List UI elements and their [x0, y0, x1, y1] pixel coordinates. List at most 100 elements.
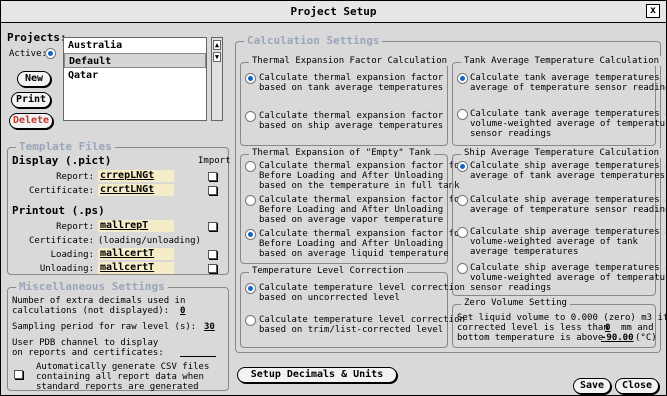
satc-option-3-line1: Calculate ship average temperatures as [470, 227, 667, 237]
tlc-option-1-line1: Calculate temperature level correction [259, 283, 465, 293]
sampling-label: Sampling period for raw level (s): [12, 322, 197, 332]
tlc-group: Temperature Level Correction Calculate t… [240, 266, 465, 348]
tef-option-1-line1: Calculate thermal expansion factor [259, 73, 444, 83]
project-list[interactable]: Australia Default Qatar [63, 37, 207, 121]
satc-option-4-line1: Calculate ship average temperatures as [470, 263, 667, 273]
window-title: Project Setup [290, 5, 377, 18]
projects-label: Projects: [7, 31, 67, 44]
loading-field[interactable]: mallcertT [98, 248, 174, 260]
satc-option-4-radio[interactable] [457, 263, 468, 274]
tef-option-2-radio[interactable] [245, 111, 256, 122]
tlc-option-2-line2: based on trim/list-corrected level [259, 325, 444, 335]
project-list-scrollbar[interactable]: ▲ ▼ [211, 37, 223, 121]
delete-button[interactable]: Delete [9, 113, 53, 129]
certificate-label: Certificate: [28, 186, 94, 196]
active-radio[interactable] [45, 48, 56, 59]
tatc-option-2-line1: Calculate tank average temperatures as [470, 109, 667, 119]
tatc-option-2-radio[interactable] [457, 109, 468, 120]
project-item[interactable]: Australia [64, 38, 206, 53]
decimals-value[interactable]: 0 [180, 306, 185, 316]
zero-volume-group: Zero Volume Setting Set liquid volume to… [452, 298, 667, 348]
empty-option-3-radio[interactable] [245, 229, 256, 240]
tef-option-1-radio[interactable] [245, 73, 256, 84]
tatc-option-1-line2: average of temperature sensor readings [470, 83, 667, 93]
satc-group: Ship Average Temperature Calculation Cal… [452, 148, 667, 296]
project-item-selected[interactable]: Default [64, 53, 206, 68]
tlc-option-1-radio[interactable] [245, 283, 256, 294]
empty-option-2-line2: Before Loading and After Unloading [259, 205, 444, 215]
satc-option-3-line3: average temperatures [470, 247, 579, 257]
empty-option-2-radio[interactable] [245, 195, 256, 206]
satc-option-4-line3: sensor readings [470, 283, 552, 293]
scroll-down-icon[interactable]: ▼ [213, 52, 221, 62]
printout-report-label: Report: [56, 222, 94, 232]
pdb-line1: User PDB channel to display [12, 338, 159, 348]
zero-level-field[interactable]: 0 [605, 323, 619, 333]
close-button[interactable]: Close [615, 378, 659, 394]
print-button[interactable]: Print [11, 92, 51, 108]
zero-volume-line2-unit: mm and [621, 323, 654, 333]
project-item[interactable]: Qatar [64, 68, 206, 83]
sampling-value[interactable]: 30 [204, 322, 215, 332]
empty-option-1-line3: based on the temperature in full tank [259, 181, 460, 191]
misc-settings-group: Miscellaneous Settings Number of extra d… [7, 280, 229, 392]
title-bar: Project Setup x [1, 1, 666, 23]
zero-temperature-field[interactable]: -90.00 [601, 333, 634, 343]
tef-option-2-line2: based on ship average temperatures [259, 121, 444, 131]
scroll-up-icon[interactable]: ▲ [213, 40, 221, 50]
csv-line2: containing all report data when [36, 372, 204, 382]
tatc-option-2-line2: volume-weighted average of temperature [470, 119, 667, 129]
import-report-checkbox[interactable] [208, 172, 217, 181]
display-certificate-field[interactable]: crcrtLNGt [98, 184, 174, 196]
empty-option-2-line3: based on average vapor temperature [259, 215, 444, 225]
satc-option-1-radio[interactable] [457, 161, 468, 172]
satc-title: Ship Average Temperature Calculation [461, 148, 663, 158]
unloading-field[interactable]: mallcertT [98, 262, 174, 274]
close-window-button[interactable]: x [646, 4, 660, 18]
tef-option-1-line2: based on tank average temperatures [259, 83, 444, 93]
satc-option-2-line2: average of temperature sensor readings [470, 205, 667, 215]
printout-report-field[interactable]: mallrepT [98, 220, 174, 232]
empty-option-3-line1: Calculate thermal expansion factor for [259, 229, 465, 239]
empty-option-1-line2: Before Loading and After Unloading [259, 171, 444, 181]
display-heading: Display (.pict) [12, 154, 112, 167]
tlc-option-1-line2: based on uncorrected level [259, 293, 400, 303]
empty-option-1-line1: Calculate thermal expansion factor for [259, 161, 465, 171]
satc-option-1-line1: Calculate ship average temperatures as [470, 161, 667, 171]
empty-option-2-line1: Calculate thermal expansion factor for [259, 195, 465, 205]
import-printout-report-checkbox[interactable] [208, 222, 217, 231]
setup-decimals-units-button[interactable]: Setup Decimals & Units [237, 367, 397, 383]
csv-checkbox[interactable] [14, 370, 23, 379]
pdb-line2: on reports and certificates: [12, 348, 164, 358]
import-certificate-checkbox[interactable] [208, 186, 217, 195]
empty-option-3-line2: Before Loading and After Unloading [259, 239, 444, 249]
pdb-channel-field[interactable] [180, 356, 216, 357]
save-button[interactable]: Save [573, 378, 611, 394]
zero-volume-title: Zero Volume Setting [461, 298, 570, 308]
decimals-line2: calculations (not displayed): [12, 306, 170, 316]
tatc-option-2-line3: sensor readings [470, 129, 552, 139]
tatc-option-1-radio[interactable] [457, 73, 468, 84]
satc-option-1-line2: average of tank average temperatures [470, 171, 666, 181]
new-button[interactable]: New [17, 71, 51, 87]
satc-option-3-radio[interactable] [457, 227, 468, 238]
zero-volume-line2-text: corrected level is less than [457, 323, 609, 333]
unloading-label: Unloading: [39, 264, 94, 274]
printout-certificate-note: (loading/unloading) [98, 236, 201, 246]
satc-option-4-line2: volume-weighted average of temperature [470, 273, 667, 283]
import-loading-checkbox[interactable] [208, 250, 217, 259]
import-label: Import [198, 156, 231, 166]
empty-tank-title: Thermal Expansion of "Empty" Tank [249, 148, 434, 158]
import-unloading-checkbox[interactable] [208, 264, 217, 273]
empty-option-1-radio[interactable] [245, 161, 256, 172]
calculation-settings-title: Calculation Settings [244, 34, 383, 47]
csv-line3: standard reports are generated [36, 382, 199, 392]
report-label: Report: [56, 172, 94, 182]
empty-tank-group: Thermal Expansion of "Empty" Tank Calcul… [240, 148, 465, 264]
tlc-option-2-radio[interactable] [245, 315, 256, 326]
satc-option-2-radio[interactable] [457, 195, 468, 206]
display-report-field[interactable]: crrepLNGt [98, 170, 174, 182]
calculation-settings-group: Calculation Settings Thermal Expansion F… [235, 34, 667, 353]
tlc-option-2-line1: Calculate temperature level correction [259, 315, 465, 325]
printout-heading: Printout (.ps) [12, 204, 105, 217]
